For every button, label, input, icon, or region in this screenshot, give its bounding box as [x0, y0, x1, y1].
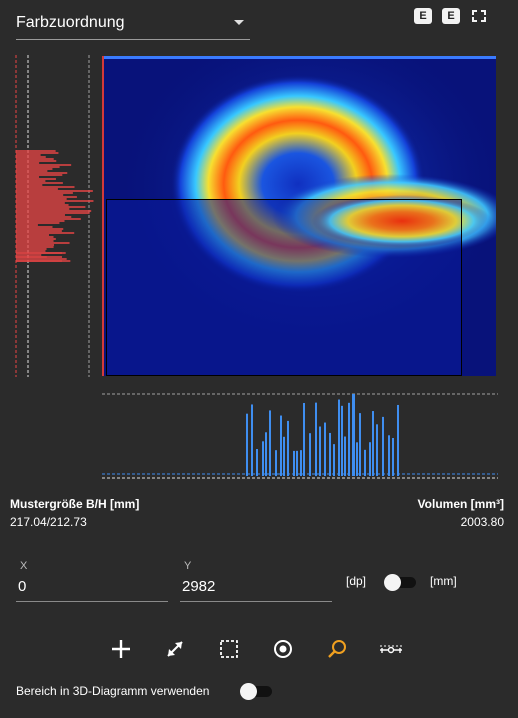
histogram-bin — [338, 399, 340, 476]
histogram-bin — [329, 432, 331, 476]
histogram-bin — [251, 404, 253, 476]
rectangle-select-tool-button[interactable] — [216, 636, 242, 662]
histogram-bin — [293, 450, 295, 476]
histogram-bin — [303, 402, 305, 476]
x-field-label: X — [20, 560, 28, 572]
export-e-alt-icon[interactable]: E — [442, 8, 460, 24]
histogram-bin — [262, 441, 264, 476]
histogram-bin — [333, 444, 335, 476]
histogram-bin — [265, 432, 267, 476]
vertical-histogram — [15, 55, 94, 377]
fullscreen-icon[interactable] — [470, 8, 488, 24]
zoom-tool-button[interactable] — [324, 636, 350, 662]
histogram-bin — [352, 394, 355, 476]
histogram-bin — [364, 449, 366, 476]
histogram-bin — [280, 415, 282, 476]
histogram-bin — [359, 413, 361, 476]
histogram-bin — [348, 402, 350, 476]
histogram-bin — [283, 436, 285, 476]
crosshair-tool-button[interactable] — [108, 636, 134, 662]
use-in-3d-toggle[interactable] — [240, 683, 274, 700]
heatmap-top-marker — [102, 56, 496, 59]
histogram-bin — [369, 442, 371, 476]
pattern-size-value: 217.04/212.73 — [10, 515, 87, 529]
unit-mm-label: [mm] — [430, 574, 457, 588]
ruler-icon — [380, 645, 402, 654]
histogram-bin — [300, 450, 302, 476]
histogram-bin — [344, 436, 346, 476]
unit-dp-label: [dp] — [346, 574, 367, 588]
histogram-bin — [382, 416, 384, 476]
crosshair-icon — [112, 640, 130, 658]
tool-bar — [104, 636, 404, 662]
histogram-bin — [275, 450, 277, 476]
ruler-tool-button[interactable] — [378, 636, 404, 662]
chevron-down-icon — [234, 20, 244, 25]
x-input[interactable] — [16, 574, 168, 599]
volume-value: 2003.80 — [460, 515, 504, 529]
zoom-icon — [328, 640, 346, 658]
y-input[interactable] — [180, 574, 332, 599]
line-measure-icon — [167, 641, 183, 657]
histogram-bin — [372, 411, 374, 476]
histogram-bin — [287, 420, 289, 476]
histogram-bin — [324, 422, 326, 476]
rectangle-select-icon — [220, 640, 238, 658]
histogram-bin — [309, 433, 311, 476]
heatmap-image[interactable] — [102, 56, 496, 376]
histogram-bin — [376, 424, 378, 476]
histogram-bin — [315, 402, 317, 476]
target-tool-button[interactable] — [270, 636, 296, 662]
histogram-bin — [296, 450, 298, 476]
line-measure-tool-button[interactable] — [162, 636, 188, 662]
histogram-bin — [388, 435, 390, 476]
heatmap-left-marker — [102, 56, 104, 376]
app-root: Farbzuordnung E E Mustergröße B/H [mm] 2… — [0, 0, 518, 718]
target-icon — [274, 640, 292, 658]
horizontal-histogram — [102, 393, 498, 479]
y-field-label: Y — [184, 560, 192, 572]
y-field: Y — [180, 558, 332, 602]
export-e-icon[interactable]: E — [414, 8, 432, 24]
histogram-bin — [397, 404, 399, 476]
dropdown-label: Farbzuordnung — [16, 13, 125, 31]
histogram-bin — [319, 426, 321, 476]
x-field: X — [16, 558, 168, 602]
histogram-bin — [256, 448, 258, 476]
histogram-bin — [356, 442, 358, 476]
pattern-size-label: Mustergröße B/H [mm] — [10, 497, 140, 511]
volume-label: Volumen [mm³] — [417, 497, 504, 511]
histogram-bin — [269, 410, 271, 476]
histogram-bin — [392, 438, 394, 476]
header-icons: E E — [414, 8, 488, 24]
selection-rectangle[interactable] — [106, 199, 462, 376]
unit-toggle[interactable] — [384, 574, 418, 591]
histogram-bin — [341, 405, 343, 476]
histogram-bin — [246, 413, 248, 476]
color-mapping-dropdown[interactable]: Farbzuordnung — [16, 6, 250, 40]
use-in-3d-label: Bereich in 3D-Diagramm verwenden — [16, 684, 210, 698]
